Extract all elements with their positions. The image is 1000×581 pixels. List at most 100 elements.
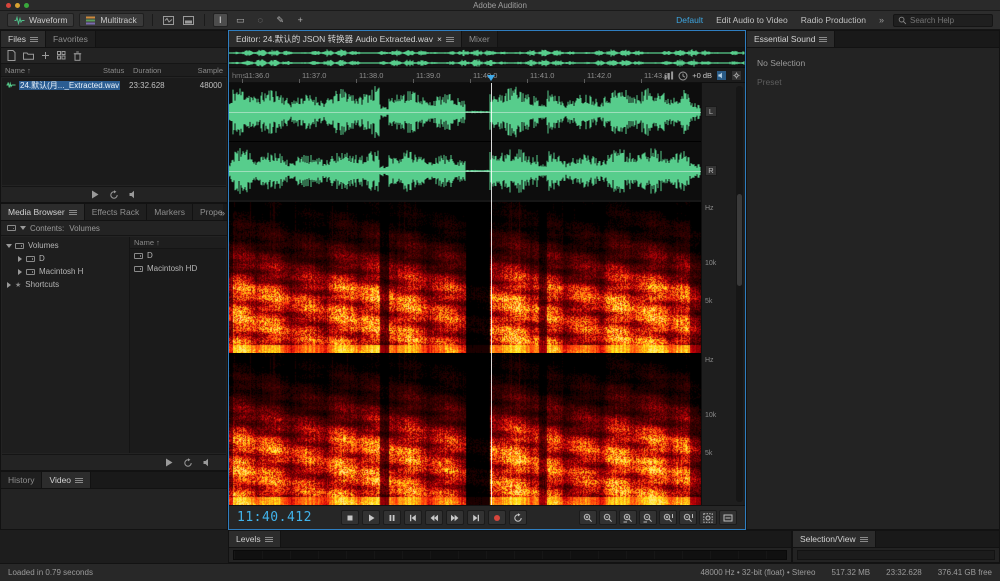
zoom-out-vertical-button[interactable] <box>679 510 697 525</box>
tree-item-d-drive[interactable]: D <box>2 252 129 265</box>
channel-badge-right[interactable]: R <box>705 165 717 176</box>
panel-menu-icon[interactable] <box>30 36 38 43</box>
tab-files[interactable]: Files <box>1 31 46 47</box>
panel-menu-icon[interactable] <box>860 536 868 543</box>
zoom-in-vertical-button[interactable] <box>659 510 677 525</box>
preview-loop-button[interactable] <box>109 190 119 200</box>
file-row[interactable]: 24.默认(月..._Extracted.wav 23:32.628 48000 <box>2 78 226 92</box>
zoom-in-horizontal-button[interactable] <box>619 510 637 525</box>
monitor-toggle-button[interactable] <box>716 70 727 81</box>
list-item-macintosh-hd[interactable]: Macintosh HD <box>130 262 226 275</box>
panel-menu-icon[interactable] <box>75 477 83 484</box>
twisty-closed-icon[interactable] <box>18 256 22 262</box>
fast-forward-button[interactable] <box>446 510 464 525</box>
move-to-previous-button[interactable] <box>404 510 422 525</box>
close-window-button[interactable] <box>6 3 11 8</box>
spectrogram-channel-left[interactable] <box>229 202 701 353</box>
panel-menu-icon[interactable] <box>69 209 77 216</box>
lasso-selection-tool-button[interactable]: ◌ <box>253 13 268 27</box>
preview-autoplay-button[interactable] <box>129 190 138 199</box>
delete-file-button[interactable] <box>73 51 82 61</box>
editor-tab-close-icon[interactable]: × <box>437 34 442 44</box>
tab-favorites[interactable]: Favorites <box>46 31 96 47</box>
preview-play-button[interactable] <box>91 190 99 199</box>
preview-loop-button[interactable] <box>183 458 193 468</box>
media-browser-tree[interactable]: Volumes D Macintosh H Shortcuts <box>2 237 130 453</box>
workspace-radio-production[interactable]: Radio Production <box>801 15 866 25</box>
media-browser-list[interactable]: Name ↑ D Macintosh HD <box>130 237 226 453</box>
editor-settings-button[interactable] <box>731 70 742 81</box>
clock-icon[interactable] <box>678 71 688 81</box>
search-help-input[interactable] <box>910 16 988 25</box>
new-content-button[interactable] <box>41 51 50 60</box>
play-button[interactable] <box>362 510 380 525</box>
zoom-out-button[interactable] <box>599 510 617 525</box>
column-duration[interactable]: Duration <box>133 66 183 75</box>
record-button[interactable] <box>488 510 506 525</box>
minimize-window-button[interactable] <box>15 3 20 8</box>
show-spectral-display-button[interactable] <box>181 13 196 27</box>
tree-item-shortcuts[interactable]: Shortcuts <box>2 278 129 291</box>
pause-button[interactable] <box>383 510 401 525</box>
zoom-window-button[interactable] <box>24 3 29 8</box>
tab-mixer[interactable]: Mixer <box>462 31 498 47</box>
filter-dropdown-icon[interactable] <box>20 226 26 230</box>
spot-healing-brush-tool-button[interactable]: + <box>293 13 308 27</box>
filter-drive-icon[interactable] <box>7 225 16 231</box>
twisty-open-icon[interactable] <box>6 244 12 248</box>
tab-video[interactable]: Video <box>42 472 91 488</box>
meter-icon[interactable] <box>664 71 674 80</box>
workspace-edit-audio-to-video[interactable]: Edit Audio to Video <box>716 15 788 25</box>
twisty-closed-icon[interactable] <box>7 282 11 288</box>
multitrack-view-button[interactable]: Multitrack <box>79 13 143 27</box>
rewind-button[interactable] <box>425 510 443 525</box>
contents-value[interactable]: Volumes <box>69 224 100 233</box>
stop-button[interactable] <box>341 510 359 525</box>
time-selection-tool-button[interactable]: I <box>213 13 228 27</box>
spectrogram-channel-right[interactable] <box>229 354 701 505</box>
gain-db-value[interactable]: +0 dB <box>692 71 712 80</box>
zoom-out-horizontal-button[interactable] <box>639 510 657 525</box>
import-file-button[interactable] <box>7 50 16 61</box>
tab-editor[interactable]: Editor: 24.默认的 JSON 转换器 Audio Extracted.… <box>229 31 462 47</box>
overview-navigator[interactable] <box>229 48 745 68</box>
list-column-name[interactable]: Name ↑ <box>130 237 226 249</box>
workspace-default[interactable]: Default <box>676 15 703 25</box>
vertical-scrollbar[interactable] <box>736 86 743 502</box>
tree-item-volumes[interactable]: Volumes <box>2 239 129 252</box>
tab-essential-sound[interactable]: Essential Sound <box>747 31 835 47</box>
tab-overflow-button[interactable]: » <box>220 204 225 221</box>
tab-levels[interactable]: Levels <box>229 531 281 547</box>
waveform-channel-right[interactable] <box>229 142 701 200</box>
tab-history[interactable]: History <box>1 472 42 488</box>
workspace-overflow-button[interactable]: » <box>879 15 884 25</box>
media-browser-shortcut-button[interactable] <box>57 51 66 60</box>
waveform-view-button[interactable]: Waveform <box>7 13 74 27</box>
tab-effects-rack[interactable]: Effects Rack <box>85 204 148 220</box>
playhead-line[interactable] <box>491 83 492 505</box>
panel-menu-icon[interactable] <box>446 36 454 43</box>
column-status[interactable]: Status <box>103 66 133 75</box>
tab-media-browser[interactable]: Media Browser <box>1 204 85 220</box>
zoom-to-selection-button[interactable] <box>699 510 717 525</box>
panel-menu-icon[interactable] <box>265 536 273 543</box>
twisty-closed-icon[interactable] <box>18 269 22 275</box>
zoom-full-button[interactable] <box>719 510 737 525</box>
scrollbar-thumb[interactable] <box>737 194 742 286</box>
tab-markers[interactable]: Markers <box>147 204 193 220</box>
preview-play-button[interactable] <box>165 458 173 467</box>
open-file-button[interactable] <box>23 51 34 60</box>
column-name[interactable]: Name ↑ <box>5 66 103 75</box>
column-sample[interactable]: Sample <box>183 66 223 75</box>
level-meter[interactable] <box>233 550 787 560</box>
tab-selection-view[interactable]: Selection/View <box>793 531 876 547</box>
time-display[interactable]: 11:40.412 <box>237 510 341 525</box>
search-help-box[interactable] <box>893 14 993 27</box>
tab-properties[interactable]: Prope <box>193 204 223 220</box>
waveform-channel-left[interactable] <box>229 83 701 141</box>
channel-badge-left[interactable]: L <box>705 106 717 117</box>
move-to-next-button[interactable] <box>467 510 485 525</box>
zoom-in-button[interactable] <box>579 510 597 525</box>
panel-menu-icon[interactable] <box>819 36 827 43</box>
preview-autoplay-button[interactable] <box>203 458 212 467</box>
